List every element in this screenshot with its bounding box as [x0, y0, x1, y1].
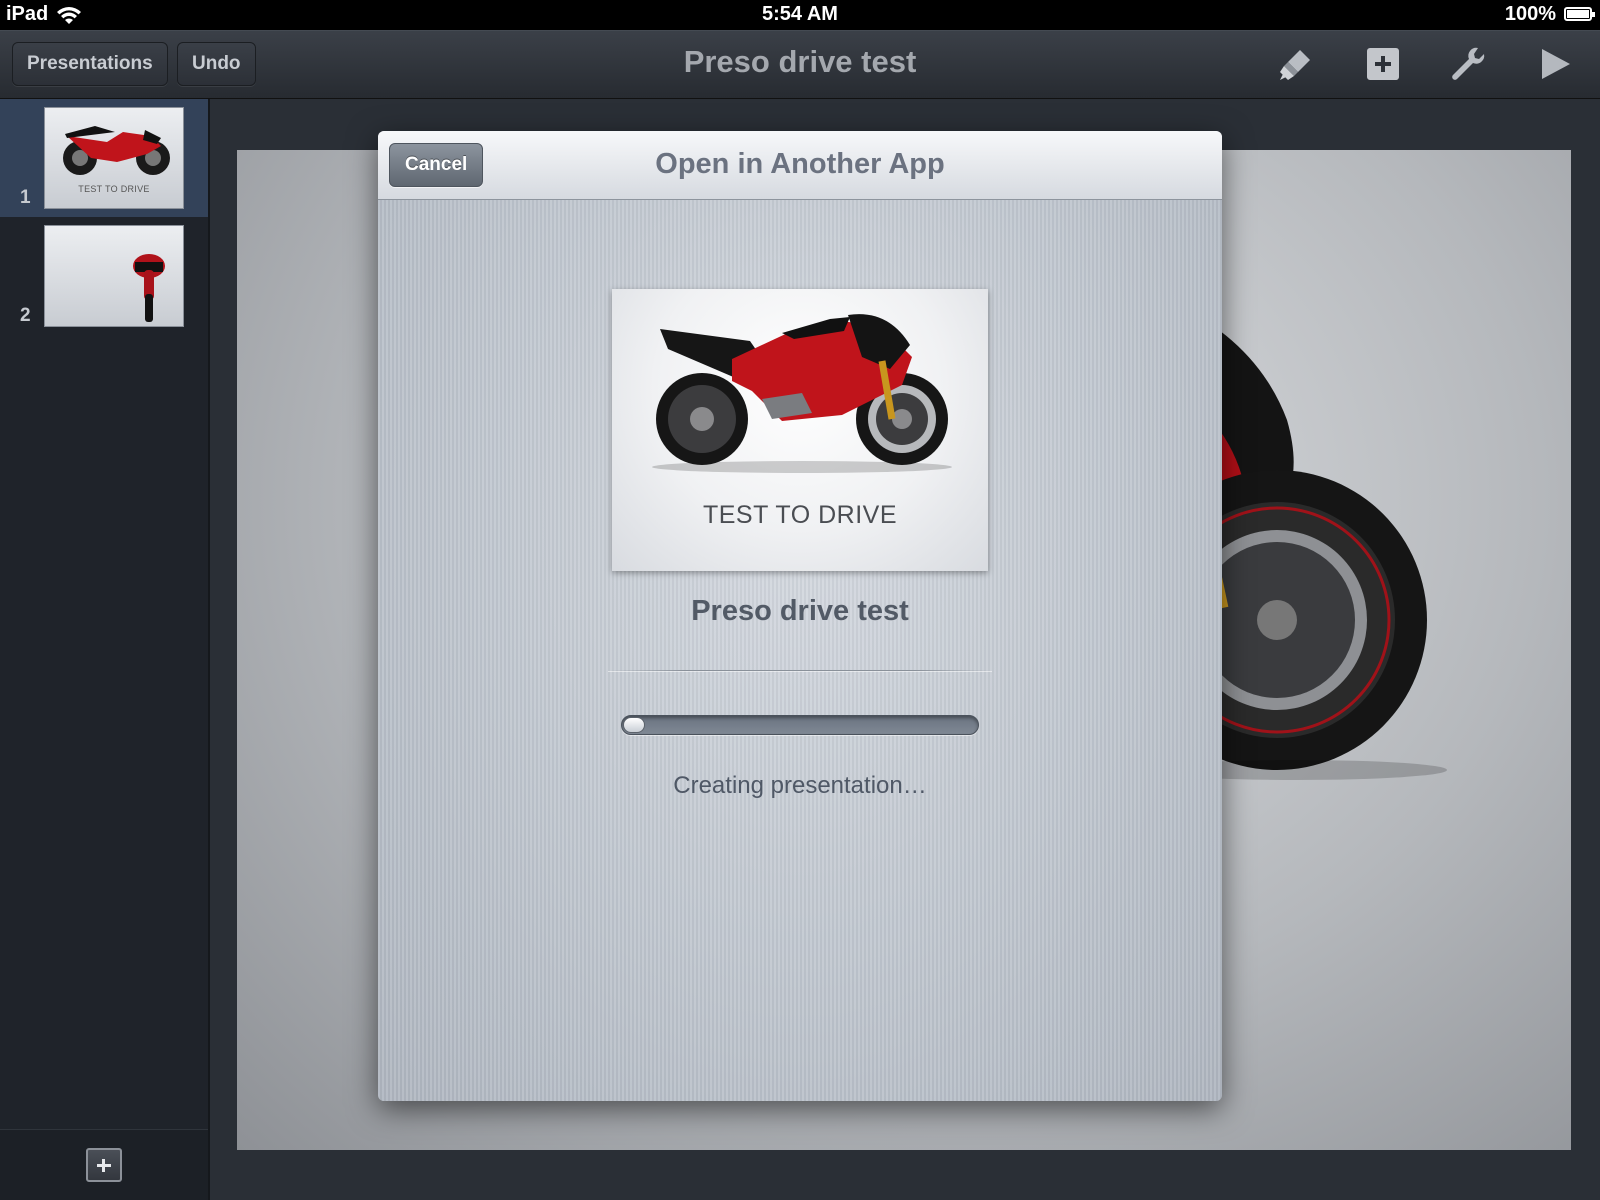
slide-preview [44, 225, 184, 327]
status-bar: iPad 5:54 AM 100% [0, 0, 1600, 30]
motorcycle-front-image [133, 254, 165, 322]
battery-percent: 100% [1504, 3, 1556, 25]
slide-number: 1 [20, 187, 31, 208]
slide-thumbnail-2[interactable]: 2 [0, 217, 208, 335]
slide-number: 2 [20, 305, 31, 326]
motorcycle-image [652, 314, 952, 473]
progress-status: Creating presentation… [673, 772, 927, 799]
play-icon[interactable] [1534, 44, 1574, 84]
slide-navigator: TEST TO DRIVE 1 2 [0, 99, 210, 1200]
paintbrush-icon[interactable] [1276, 44, 1316, 84]
toolbar: Presentations Undo Preso drive test [0, 30, 1600, 99]
dialog-title: Open in Another App [655, 148, 945, 180]
slide-preview: TEST TO DRIVE [44, 107, 184, 209]
presentation-preview: TEST TO DRIVE [612, 289, 988, 571]
divider [608, 670, 992, 671]
add-icon[interactable] [1363, 44, 1403, 84]
sidebar-footer [0, 1129, 208, 1200]
progress-fill [623, 717, 645, 733]
clock: 5:54 AM [762, 3, 838, 25]
open-in-another-app-dialog: Cancel Open in Another App TEST TO DRIVE… [378, 131, 1222, 1101]
slide-caption: TEST TO DRIVE [78, 184, 150, 194]
dialog-header: Cancel Open in Another App [378, 131, 1222, 200]
progress-bar [621, 715, 979, 735]
battery-icon [1564, 7, 1595, 21]
document-title: Preso drive test [683, 44, 917, 79]
add-slide-button[interactable] [86, 1148, 122, 1182]
wrench-icon[interactable] [1448, 44, 1488, 84]
file-name: Preso drive test [691, 595, 909, 627]
motorcycle-image [63, 126, 170, 175]
slide-thumbnail-1[interactable]: TEST TO DRIVE 1 [0, 99, 208, 217]
preview-caption: TEST TO DRIVE [702, 501, 898, 529]
